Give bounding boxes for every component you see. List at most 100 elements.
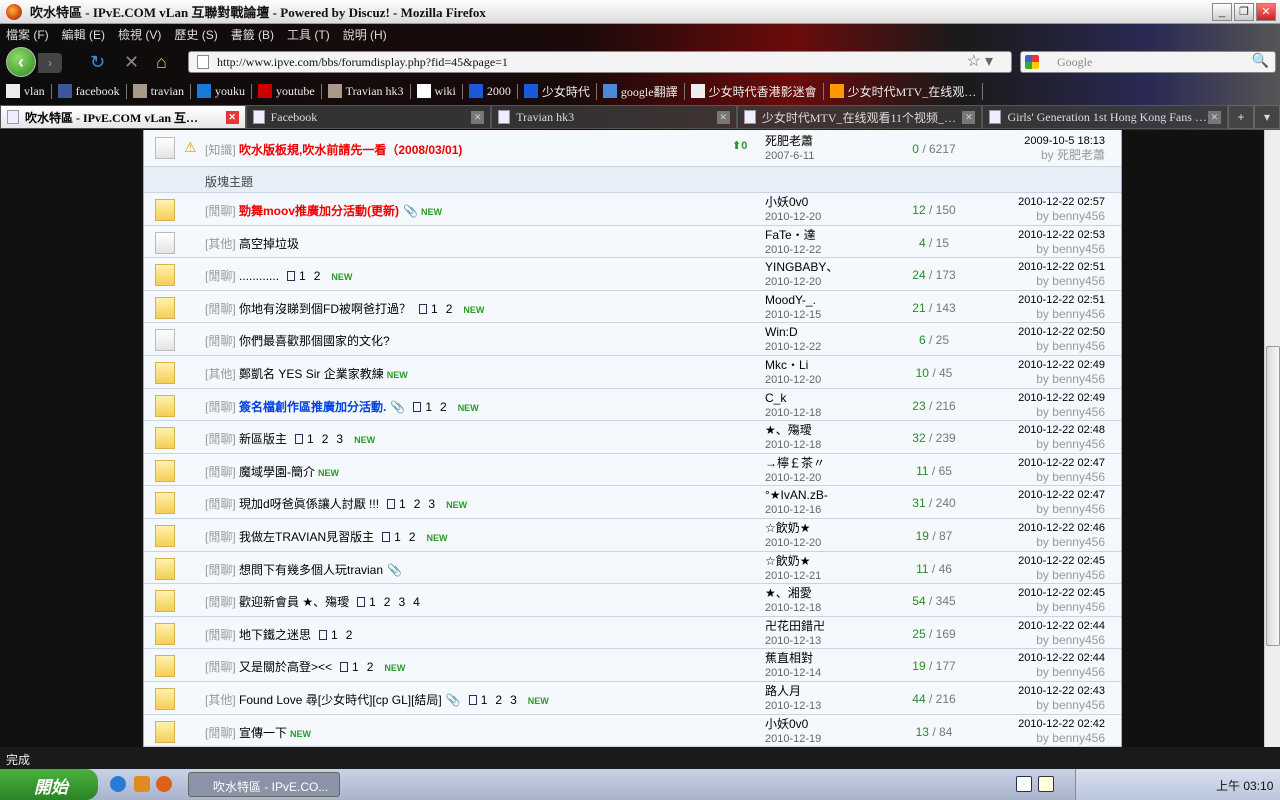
help-icon[interactable] — [1038, 776, 1054, 792]
quicklaunch-app-icon[interactable] — [134, 776, 150, 792]
thread-title-link[interactable]: 你地有沒睇到個FD被啊爸打過？ — [239, 302, 411, 316]
thread-author[interactable]: 死肥老蕭 — [765, 134, 813, 148]
tab-close-button[interactable]: ✕ — [962, 111, 976, 124]
start-button[interactable]: 開始 — [0, 769, 98, 800]
thread-author[interactable]: Mkc・Li — [765, 358, 808, 372]
page-link[interactable]: 3 — [336, 432, 343, 446]
stop-icon[interactable]: ✕ — [124, 52, 139, 72]
last-post-author[interactable]: benny456 — [1052, 405, 1105, 419]
tab[interactable]: 吹水特區 - IPvE.COM vLan 互… ✕ — [0, 105, 246, 129]
page-link[interactable]: 1 — [299, 269, 306, 283]
last-post-author[interactable]: benny456 — [1052, 731, 1105, 745]
last-post-time[interactable]: 2010-12-22 02:57 — [1018, 196, 1105, 208]
thread-title-link[interactable]: 宣傳一下 — [239, 726, 287, 740]
vertical-scrollbar[interactable] — [1264, 130, 1280, 747]
bookmark-item[interactable]: wiki — [411, 83, 463, 99]
thread-title-link[interactable]: 歡迎新會員 ★、殤璦 — [239, 595, 349, 609]
reload-icon[interactable]: ↻ — [90, 52, 105, 72]
page-link[interactable]: 2 — [446, 302, 453, 316]
tab[interactable]: Facebook ✕ — [245, 105, 492, 129]
tab[interactable]: 少女时代MTV_在线观看11个视频_… ✕ — [736, 105, 983, 129]
menu-item[interactable]: 檔案 (F) — [6, 26, 49, 43]
thread-title-link[interactable]: 又是關於高登><< — [239, 660, 332, 674]
thread-title-link[interactable]: Found Love 尋[少女時代][cp GL][結局] — [239, 693, 442, 707]
thread-title-link[interactable]: 我做左TRAVIAN見習版主 — [239, 530, 374, 544]
taskbar-firefox-window[interactable]: 吹水特區 - IPvE.CO... — [188, 772, 340, 797]
last-post-author[interactable]: benny456 — [1052, 698, 1105, 712]
minimize-button[interactable]: _ — [1212, 3, 1232, 21]
thread-author[interactable]: →檸￡茶〃 — [765, 456, 825, 470]
magnifier-icon[interactable]: 🔍 — [1252, 52, 1269, 72]
page-link[interactable]: 2 — [495, 693, 502, 707]
thread-prefix[interactable]: [其他] — [205, 367, 236, 381]
page-link[interactable]: 1 — [352, 660, 359, 674]
page-link[interactable]: 1 — [425, 400, 432, 414]
bookmark-item[interactable]: youku — [191, 83, 252, 99]
thread-row[interactable]: [閒聊] 宣傳一下 NEW 小妖0v0 2010-12-19 13 / 84 2010-1… — [144, 715, 1121, 747]
thread-row[interactable]: [其他] 鄭凱名 YES Sir 企業家教練 NEW Mkc・Li 2010-12-2… — [144, 356, 1121, 389]
last-post-time[interactable]: 2010-12-22 02:49 — [1018, 392, 1105, 404]
ie-icon[interactable] — [110, 776, 126, 792]
page-link[interactable]: 3 — [398, 595, 405, 609]
thread-title-link[interactable]: 你們最喜歡那個國家的文化? — [239, 334, 390, 348]
thread-author[interactable]: ☆飲奶★ — [765, 554, 811, 568]
thread-author[interactable]: 小妖0v0 — [765, 717, 808, 731]
last-post-author[interactable]: benny456 — [1052, 633, 1105, 647]
menu-item[interactable]: 歷史 (S) — [174, 26, 217, 43]
thread-row[interactable]: [閒聊] 又是關於高登><< 1 2 NEW 蕉直相對 2010-12-14 19 / 17… — [144, 649, 1121, 682]
thread-row[interactable]: [閒聊] 我做左TRAVIAN見習版主 1 2 NEW ☆飲奶★ 2010-12-20 19… — [144, 519, 1121, 552]
page-link[interactable]: 2 — [384, 595, 391, 609]
thread-author[interactable]: ☆飲奶★ — [765, 521, 811, 535]
last-post-author[interactable]: benny456 — [1052, 307, 1105, 321]
tab-close-button[interactable]: ✕ — [1208, 111, 1222, 124]
thread-prefix[interactable]: [閒聊] — [205, 563, 236, 577]
thread-title-link[interactable]: 魔域學園-簡介 — [239, 465, 315, 479]
tab-close-button[interactable]: ✕ — [225, 111, 239, 124]
thread-title-link[interactable]: 地下鐵之迷思 — [239, 628, 311, 642]
bookmark-item[interactable]: google翻譯 — [597, 82, 685, 100]
thread-row[interactable]: [其他] Found Love 尋[少女時代][cp GL][結局] 📎 1 2 3 NE… — [144, 682, 1121, 715]
thread-title-link[interactable]: 勁舞moov推廣加分活動(更新) — [239, 204, 399, 218]
page-link[interactable]: 2 — [367, 660, 374, 674]
last-post-time[interactable]: 2010-12-22 02:47 — [1018, 489, 1105, 501]
thread-row[interactable]: [其他] 高空掉垃圾 FaTe・達 2010-12-22 4 / 15 2010-12-… — [144, 226, 1121, 259]
last-post-author[interactable]: benny456 — [1052, 372, 1105, 386]
thread-title-link[interactable]: 高空掉垃圾 — [239, 237, 299, 251]
last-post-author[interactable]: benny456 — [1052, 502, 1105, 516]
thread-row[interactable]: [閒聊] 現加d呀爸眞係讓人討厭 !!! 1 2 3 NEW °★IvAN.zB- 2010… — [144, 486, 1121, 519]
last-post-author[interactable]: benny456 — [1052, 209, 1105, 223]
thread-prefix[interactable]: [閒聊] — [205, 497, 236, 511]
thread-row[interactable]: [閒聊] 魔域學園-簡介 NEW →檸￡茶〃 2010-12-20 11 / 65 201… — [144, 454, 1121, 487]
url-bar[interactable]: http://www.ipve.com/bbs/forumdisplay.php… — [188, 51, 1012, 73]
last-post-author[interactable]: benny456 — [1052, 470, 1105, 484]
page-link[interactable]: 1 — [369, 595, 376, 609]
last-post-time[interactable]: 2010-12-22 02:44 — [1018, 620, 1105, 632]
thread-row[interactable]: [閒聊] ............ 1 2 NEW YINGBABY、 2010-12-2… — [144, 258, 1121, 291]
last-post-author[interactable]: benny456 — [1052, 665, 1105, 679]
thread-prefix[interactable]: [閒聊] — [205, 465, 236, 479]
bookmark-item[interactable]: Travian hk3 — [322, 83, 411, 99]
thread-author[interactable]: °★IvAN.zB- — [765, 488, 828, 502]
last-post-time[interactable]: 2010-12-22 02:48 — [1018, 424, 1105, 436]
page-link[interactable]: 3 — [428, 497, 435, 511]
thread-title-link[interactable]: 簽名檔創作區推廣加分活動. — [239, 400, 386, 414]
thread-prefix[interactable]: [閒聊] — [205, 726, 236, 740]
thread-prefix[interactable]: [閒聊] — [205, 660, 236, 674]
thread-prefix[interactable]: [閒聊] — [205, 334, 236, 348]
tab-list-button[interactable]: ▾ — [1254, 105, 1280, 129]
menu-item[interactable]: 工具 (T) — [287, 26, 330, 43]
thread-author[interactable]: ★、殤璦 — [765, 423, 812, 437]
last-post-time[interactable]: 2010-12-22 02:51 — [1018, 261, 1105, 273]
page-link[interactable]: 1 — [331, 628, 338, 642]
menu-item[interactable]: 書籤 (B) — [231, 26, 274, 43]
thread-prefix[interactable]: [其他] — [205, 693, 236, 707]
thread-author[interactable]: 路人月 — [765, 684, 801, 698]
last-post-author[interactable]: benny456 — [1052, 600, 1105, 614]
page-link[interactable]: 2 — [346, 628, 353, 642]
close-button[interactable]: ✕ — [1256, 3, 1276, 21]
tab-close-button[interactable]: ✕ — [716, 111, 730, 124]
thread-author[interactable]: 卍花田錯卍 — [765, 619, 825, 633]
thread-author[interactable]: Win:D — [765, 325, 798, 339]
page-link[interactable]: 1 — [394, 530, 401, 544]
thread-author[interactable]: 小妖0v0 — [765, 195, 808, 209]
